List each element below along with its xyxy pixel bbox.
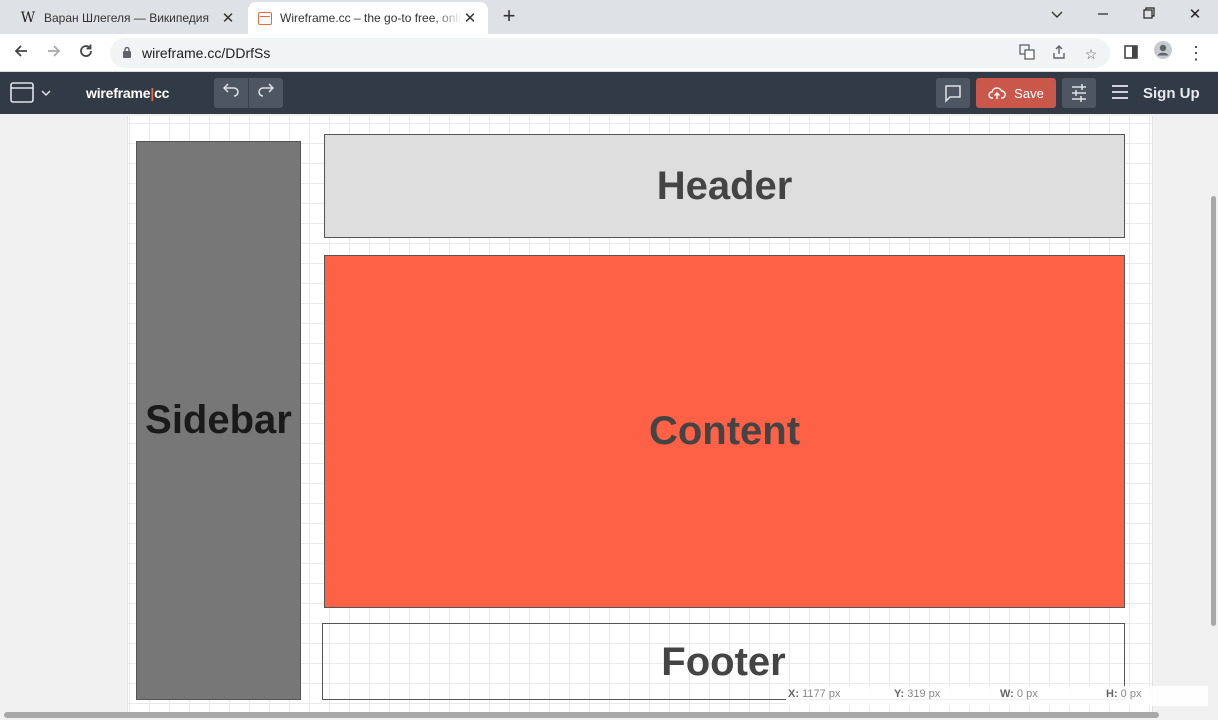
tab-title: Варан Шлегеля — Википедия [44, 11, 209, 25]
horizontal-scrollbar[interactable] [4, 712, 1159, 718]
height-readout: H: 0 px [1106, 688, 1142, 700]
reload-icon[interactable] [73, 40, 99, 66]
address-bar[interactable]: wireframe.cc/DDrfSs ☆ [110, 38, 1110, 68]
vertical-scrollbar[interactable] [1211, 196, 1216, 626]
history-controls [214, 78, 283, 108]
block-label: Footer [661, 640, 786, 684]
redo-icon [258, 83, 275, 97]
browser-menu-icon[interactable]: ⋮ [1183, 40, 1209, 66]
block-label: Sidebar [145, 398, 292, 442]
tab-title: Wireframe.cc – the go-to free, online wi… [280, 11, 462, 25]
wikipedia-icon: W [20, 10, 36, 26]
logo-text: wireframe [86, 85, 151, 101]
translate-icon[interactable] [1016, 44, 1038, 64]
header-block[interactable]: Header [324, 134, 1125, 238]
app-logo[interactable]: wireframe|cc [86, 85, 169, 101]
forward-icon[interactable] [41, 40, 67, 66]
sliders-icon [1072, 84, 1086, 102]
app-toolbar: wireframe|cc Save Sign Up [0, 72, 1218, 114]
tab-search-icon[interactable] [1045, 4, 1069, 26]
settings-button[interactable] [1062, 78, 1096, 108]
save-button[interactable]: Save [976, 78, 1056, 108]
x-readout: X: 1177 px [788, 688, 841, 700]
redo-button[interactable] [249, 78, 283, 108]
new-tab-button[interactable]: + [498, 5, 520, 27]
y-readout: Y: 319 px [894, 688, 941, 700]
undo-button[interactable] [214, 78, 248, 108]
block-label: Header [656, 163, 793, 208]
side-panel-icon[interactable] [1118, 40, 1144, 66]
url-text: wireframe.cc/DDrfSs [142, 45, 271, 61]
browser-tab-wikipedia[interactable]: W Варан Шлегеля — Википедия ✕ [10, 2, 246, 34]
sign-up-link[interactable]: Sign Up [1143, 85, 1200, 102]
profile-avatar-icon[interactable] [1150, 40, 1176, 66]
coordinates-status-bar: X: 1177 px Y: 319 px W: 0 px H: 0 px [786, 686, 1208, 706]
comment-button[interactable] [936, 78, 970, 108]
browser-toolbar: wireframe.cc/DDrfSs ☆ ⋮ [0, 34, 1218, 72]
hamburger-menu-icon[interactable] [1110, 82, 1130, 104]
logo-text-suffix: cc [154, 85, 170, 101]
minimize-button[interactable] [1091, 4, 1115, 26]
undo-icon [222, 83, 239, 97]
close-window-button[interactable]: ✕ [1183, 4, 1207, 26]
lock-icon [123, 46, 131, 58]
browser-window-icon [10, 82, 51, 103]
share-icon[interactable] [1048, 44, 1070, 64]
page-type-menu[interactable] [10, 82, 54, 109]
cloud-upload-icon [988, 87, 1007, 99]
block-label: Content [648, 409, 801, 453]
width-readout: W: 0 px [1000, 688, 1038, 700]
wireframe-icon [258, 11, 272, 25]
comment-icon [945, 85, 961, 103]
browser-tab-wireframe[interactable]: Wireframe.cc – the go-to free, online wi… [248, 2, 488, 34]
content-block[interactable]: Content [324, 255, 1125, 608]
bookmark-star-icon[interactable]: ☆ [1080, 44, 1102, 64]
save-label: Save [1014, 85, 1044, 101]
close-tab-icon[interactable]: ✕ [462, 9, 478, 27]
workspace: Sidebar Header Content Footer X: 1177 px… [0, 114, 1218, 720]
sidebar-block[interactable]: Sidebar [136, 141, 301, 700]
close-tab-icon[interactable]: ✕ [220, 9, 236, 27]
restore-button[interactable] [1137, 4, 1161, 26]
back-icon[interactable] [8, 40, 34, 66]
browser-tab-strip: W Варан Шлегеля — Википедия ✕ Wireframe.… [0, 0, 1218, 34]
